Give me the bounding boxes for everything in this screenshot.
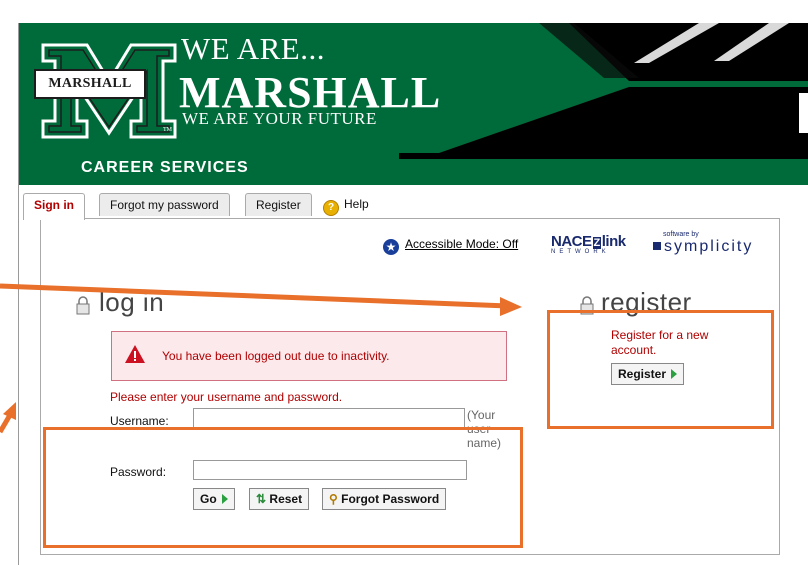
annotation-arrows [0, 283, 522, 434]
arrow-line-left [0, 413, 13, 434]
arrow-head-right [500, 297, 522, 316]
arrow-line-top [0, 283, 509, 309]
tab-sign-in[interactable]: Sign in [23, 193, 85, 220]
